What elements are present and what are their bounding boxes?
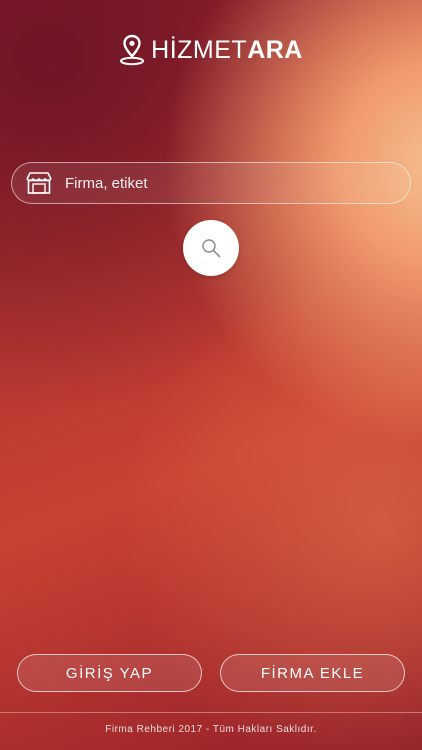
logo-text-bold: ARA [247, 35, 303, 64]
logo-text: HİZMET ARA [151, 35, 303, 64]
search-input[interactable] [63, 167, 410, 199]
search-button[interactable] [183, 220, 239, 276]
logo-text-regular: HİZMET [151, 35, 248, 64]
footer-copyright: Firma Rehberi 2017 - Tüm Hakları Saklıdı… [105, 724, 317, 735]
storefront-icon [26, 172, 52, 194]
login-button[interactable]: GİRİŞ YAP [17, 654, 202, 692]
app-logo: HİZMET ARA [0, 33, 422, 67]
search-bar[interactable] [11, 162, 411, 204]
footer-divider [0, 712, 422, 713]
add-company-button[interactable]: FİRMA EKLE [220, 654, 405, 692]
location-pin-icon [120, 34, 145, 66]
magnifier-icon [202, 239, 221, 258]
